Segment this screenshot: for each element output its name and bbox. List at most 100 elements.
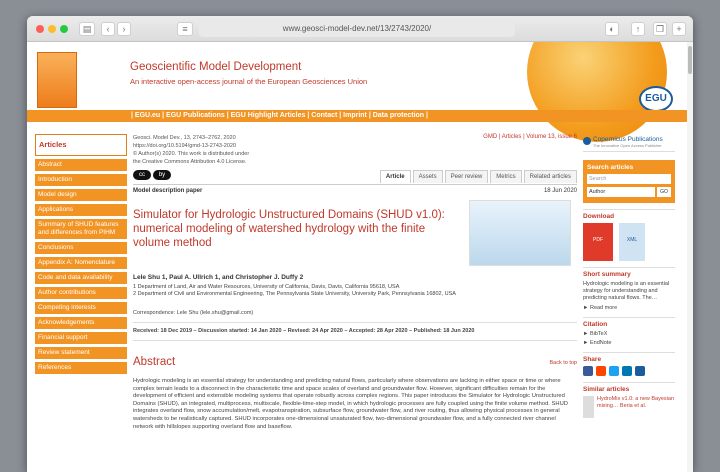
twitter-icon[interactable] bbox=[609, 366, 619, 376]
tab-article[interactable]: Article bbox=[379, 170, 411, 183]
share-title: Share bbox=[583, 352, 675, 363]
copernicus-logo[interactable]: Copernicus Publications The Innovative O… bbox=[583, 134, 675, 152]
abstract-text: Hydrologic modeling is an essential stra… bbox=[133, 378, 568, 430]
share-icon[interactable]: ↑ bbox=[631, 22, 645, 36]
sidebar-item-author-contributions[interactable]: Author contributions bbox=[35, 287, 127, 299]
pdf-download-icon[interactable]: PDF bbox=[583, 223, 613, 261]
correspondence: Correspondence: Lele Shu (lele.shu@gmail… bbox=[133, 310, 254, 316]
divider bbox=[133, 322, 577, 323]
journal-subtitle: An interactive open-access journal of th… bbox=[130, 77, 368, 86]
citation-title: Citation bbox=[583, 317, 675, 328]
linkedin-icon[interactable] bbox=[622, 366, 632, 376]
egu-logo[interactable]: EGU bbox=[639, 86, 673, 112]
copyright-line: © Author(s) 2020. This work is distribut… bbox=[133, 151, 250, 157]
back-button[interactable]: ‹ bbox=[101, 22, 115, 36]
endnote-link[interactable]: ► EndNote bbox=[583, 340, 675, 346]
cc-icon[interactable]: cc bbox=[133, 170, 151, 180]
sidebar-toggle-icon[interactable]: ▤ bbox=[79, 22, 95, 36]
tab-related-articles[interactable]: Related articles bbox=[523, 170, 577, 183]
scrollbar[interactable] bbox=[687, 42, 693, 472]
affiliation-2: 2 Department of Civil and Environmental … bbox=[133, 291, 456, 297]
similar-article-item[interactable]: HydroMix v1.0: a new Bayesian mixing… Be… bbox=[583, 396, 675, 418]
paper-type: Model description paper bbox=[133, 188, 203, 194]
sidebar-item-model-design[interactable]: Model design bbox=[35, 189, 127, 201]
issue-breadcrumb[interactable]: GMD | Articles | Volume 13, issue 6 bbox=[483, 134, 577, 140]
tab-metrics[interactable]: Metrics bbox=[490, 170, 522, 183]
copernicus-icon bbox=[583, 137, 591, 145]
sidebar-item-summary[interactable]: Summary of SHUD features and differences… bbox=[35, 219, 127, 239]
search-row: Author GO bbox=[587, 187, 671, 197]
mendeley-icon[interactable] bbox=[635, 366, 645, 376]
history-dates: Received: 18 Dec 2019 – Discussion start… bbox=[133, 328, 475, 334]
copernicus-name: Copernicus Publications bbox=[593, 136, 663, 143]
citation-line: Geosci. Model Dev., 13, 2743–2762, 2020 bbox=[133, 135, 236, 141]
new-tab-icon[interactable]: + bbox=[672, 22, 686, 36]
forward-button[interactable]: › bbox=[117, 22, 131, 36]
sidebar-item-review-statement[interactable]: Review statement bbox=[35, 347, 127, 359]
similar-articles-title: Similar articles bbox=[583, 382, 675, 393]
copernicus-tagline: The Innovative Open Access Publisher bbox=[593, 143, 662, 148]
doi-link[interactable]: https://doi.org/10.5194/gmd-13-2743-2020 bbox=[133, 142, 249, 150]
share-row bbox=[583, 366, 675, 376]
facebook-icon[interactable] bbox=[583, 366, 593, 376]
top-nav-links[interactable]: | EGU.eu | EGU Publications | EGU Highli… bbox=[27, 110, 687, 122]
sidebar-title[interactable]: Articles bbox=[35, 134, 127, 156]
article-tabs: Article Assets Peer review Metrics Relat… bbox=[379, 170, 577, 183]
search-title: Search articles bbox=[587, 164, 634, 171]
by-icon[interactable]: by bbox=[153, 170, 171, 180]
tab-peer-review[interactable]: Peer review bbox=[444, 170, 489, 183]
tab-divider bbox=[133, 184, 577, 185]
short-summary-title: Short summary bbox=[583, 267, 675, 278]
zoom-window-button[interactable] bbox=[60, 25, 68, 33]
journal-cover-image[interactable] bbox=[37, 52, 77, 108]
web-page: Geoscientific Model Development An inter… bbox=[27, 42, 687, 472]
article-sidebar: Articles Abstract Introduction Model des… bbox=[35, 134, 127, 374]
graphical-abstract-image[interactable] bbox=[469, 200, 571, 266]
similar-article-thumbnail[interactable] bbox=[583, 396, 594, 418]
affiliation-1: 1 Department of Land, Air and Water Reso… bbox=[133, 284, 400, 290]
scrollbar-thumb[interactable] bbox=[688, 46, 692, 74]
search-panel: Search articles Search Author GO bbox=[583, 160, 675, 203]
sidebar-item-competing-interests[interactable]: Competing interests bbox=[35, 302, 127, 314]
similar-article-text[interactable]: HydroMix v1.0: a new Bayesian mixing… Be… bbox=[597, 396, 675, 418]
xml-download-icon[interactable]: XML bbox=[619, 223, 645, 261]
sidebar-item-code-data[interactable]: Code and data availability bbox=[35, 272, 127, 284]
sidebar-item-references[interactable]: References bbox=[35, 362, 127, 374]
reader-icon[interactable]: ≡ bbox=[177, 22, 193, 36]
journal-title[interactable]: Geoscientific Model Development bbox=[130, 61, 301, 73]
sidebar-item-abstract[interactable]: Abstract bbox=[35, 159, 127, 171]
sidebar-item-acknowledgements[interactable]: Acknowledgements bbox=[35, 317, 127, 329]
address-bar[interactable]: www.geosci-model-dev.net/13/2743/2020/ bbox=[199, 21, 515, 37]
author-list[interactable]: Lele Shu 1, Paul A. Ullrich 1, and Chris… bbox=[133, 274, 303, 281]
browser-window: ▤ ‹ › ≡ www.geosci-model-dev.net/13/2743… bbox=[27, 16, 693, 472]
affiliations: 1 Department of Land, Air and Water Reso… bbox=[133, 284, 463, 298]
search-input[interactable]: Search bbox=[587, 174, 671, 184]
license-line: the Creative Commons Attribution 4.0 Lic… bbox=[133, 159, 247, 165]
download-row: PDF XML bbox=[583, 223, 675, 261]
publication-date: 18 Jun 2020 bbox=[543, 188, 577, 194]
citation-meta: Geosci. Model Dev., 13, 2743–2762, 2020 … bbox=[133, 134, 249, 166]
right-sidebar: Copernicus Publications The Innovative O… bbox=[583, 134, 675, 418]
bibtex-link[interactable]: ► BibTeX bbox=[583, 331, 675, 337]
sidebar-item-appendix[interactable]: Appendix A: Nomenclature bbox=[35, 257, 127, 269]
short-summary-text: Hydrologic modeling is an essential stra… bbox=[583, 281, 670, 301]
download-title: Download bbox=[583, 209, 675, 220]
browser-toolbar: ▤ ‹ › ≡ www.geosci-model-dev.net/13/2743… bbox=[27, 16, 693, 42]
back-to-top-link[interactable]: Back to top bbox=[549, 360, 577, 366]
search-go-button[interactable]: GO bbox=[657, 187, 671, 197]
close-window-button[interactable] bbox=[36, 25, 44, 33]
search-field-select[interactable]: Author bbox=[587, 187, 655, 197]
sidebar-item-applications[interactable]: Applications bbox=[35, 204, 127, 216]
minimize-window-button[interactable] bbox=[48, 25, 56, 33]
sidebar-item-conclusions[interactable]: Conclusions bbox=[35, 242, 127, 254]
abstract-heading: Abstract bbox=[133, 356, 176, 368]
privacy-icon[interactable]: ◐ bbox=[605, 22, 619, 36]
tabs-icon[interactable]: ❐ bbox=[653, 22, 667, 36]
reddit-icon[interactable] bbox=[596, 366, 606, 376]
sidebar-item-financial-support[interactable]: Financial support bbox=[35, 332, 127, 344]
sidebar-item-introduction[interactable]: Introduction bbox=[35, 174, 127, 186]
divider bbox=[133, 340, 577, 341]
tab-assets[interactable]: Assets bbox=[412, 170, 443, 183]
article-title: Simulator for Hydrologic Unstructured Do… bbox=[133, 209, 445, 249]
read-more-link[interactable]: ► Read more bbox=[583, 305, 675, 311]
